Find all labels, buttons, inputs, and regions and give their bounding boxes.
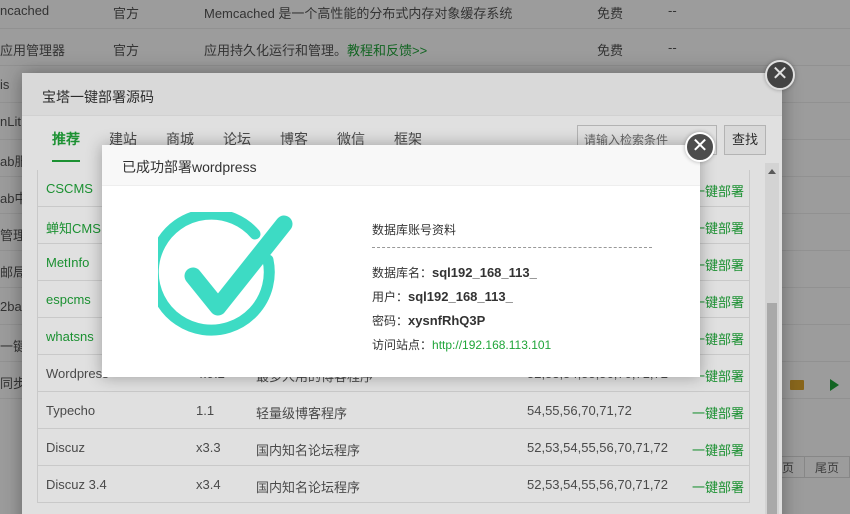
db-name-row: 数据库名：sql192_168_113_ (372, 264, 652, 288)
password-label: 密码： (372, 314, 409, 328)
site-label: 访问站点： (372, 338, 433, 352)
success-check-icon (147, 208, 293, 350)
database-info: 数据库账号资料 数据库名：sql192_168_113_ 用户：sql192_1… (372, 221, 652, 360)
section-title: 数据库账号资料 (372, 221, 652, 248)
db-name-value: sql192_168_113_ (432, 265, 537, 280)
user-label: 用户： (372, 290, 409, 304)
user-value: sql192_168_113_ (408, 289, 513, 304)
check-circle-icon (147, 208, 293, 336)
dialog-title: 已成功部署wordpress (102, 145, 700, 186)
deploy-success-dialog: 已成功部署wordpress 数据库账号资料 数据库名：sql192_168_1… (102, 145, 700, 377)
db-name-label: 数据库名： (372, 266, 433, 280)
site-row: 访问站点：http://192.168.113.101 (372, 336, 652, 360)
password-row: 密码：xysnfRhQ3P (372, 312, 652, 336)
user-row: 用户：sql192_168_113_ (372, 288, 652, 312)
site-url-link[interactable]: http://192.168.113.101 (432, 338, 551, 352)
password-value: xysnfRhQ3P (408, 313, 486, 328)
close-icon[interactable]: ✕ (685, 132, 715, 162)
